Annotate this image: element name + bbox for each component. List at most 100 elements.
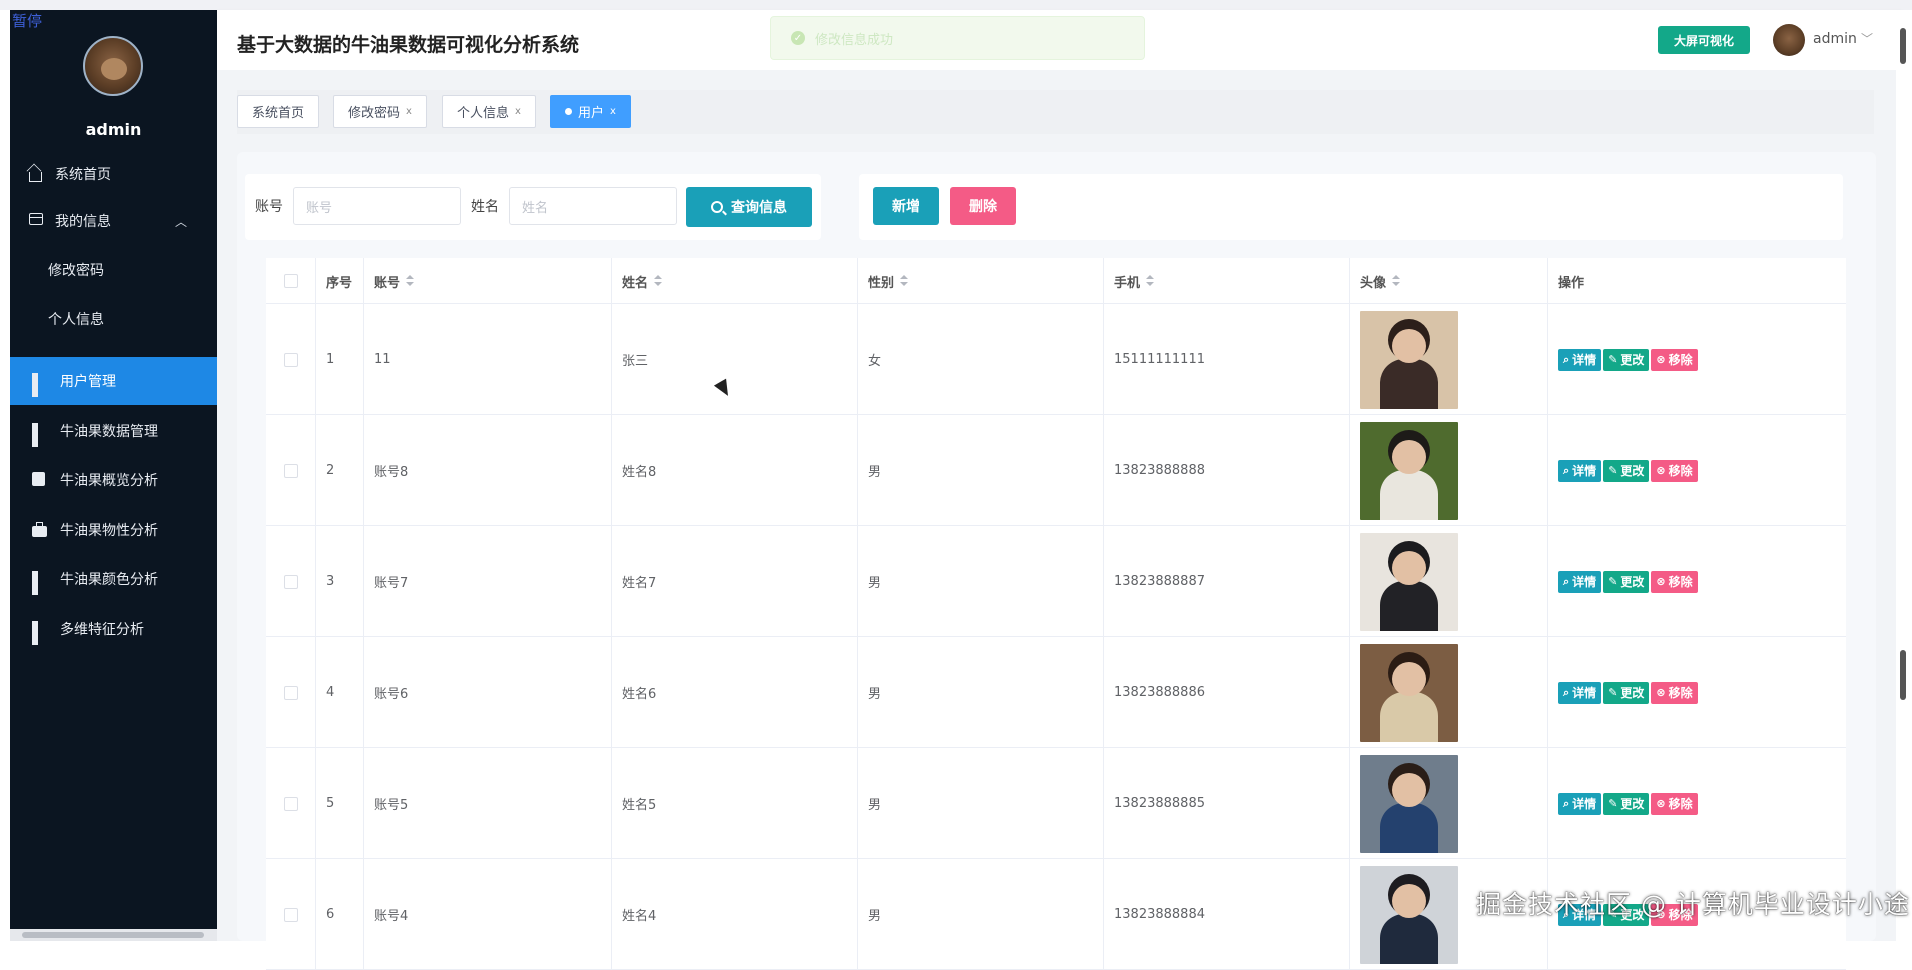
tab-change-password[interactable]: 修改密码 x [333, 95, 427, 128]
chevron-down-icon[interactable]: ﹀ [1861, 30, 1873, 47]
edit-button[interactable]: ✎ 更改 [1603, 792, 1650, 815]
user-photo[interactable] [1360, 643, 1458, 742]
grid-icon [32, 423, 48, 447]
grid-icon [32, 571, 48, 595]
menu-item-user-management[interactable]: 用户管理 [10, 357, 217, 405]
add-button[interactable]: 新增 [873, 187, 939, 225]
tab-user[interactable]: 用户 x [550, 95, 631, 128]
avatar[interactable] [1773, 24, 1805, 56]
cell-gender: 女 [858, 304, 1104, 415]
row-checkbox[interactable] [283, 352, 298, 367]
user-photo[interactable] [1360, 754, 1458, 853]
cell-gender: 男 [858, 748, 1104, 859]
search-icon: ⌕ [1563, 352, 1570, 366]
remove-circle-icon: ⊗ [1656, 686, 1666, 699]
cell-index: 1 [316, 304, 364, 415]
detail-button[interactable]: ⌕ 详情 [1558, 348, 1602, 371]
edit-button[interactable]: ✎ 更改 [1603, 348, 1650, 371]
delete-button[interactable]: 删除 [950, 187, 1016, 225]
chevron-up-icon: ︿ [174, 215, 187, 229]
cell-gender: 男 [858, 526, 1104, 637]
select-all-checkbox[interactable] [283, 274, 298, 288]
remove-button[interactable]: ⊗ 移除 [1651, 570, 1698, 593]
row-select-cell [266, 526, 316, 637]
col-gender[interactable]: 性别 [858, 258, 1104, 304]
detail-button[interactable]: ⌕ 详情 [1558, 459, 1602, 482]
detail-button[interactable]: ⌕ 详情 [1558, 792, 1602, 815]
op-label: 更改 [1620, 797, 1645, 811]
user-photo[interactable] [1360, 532, 1458, 631]
tab-home[interactable]: 系统首页 [237, 95, 320, 128]
row-checkbox[interactable] [283, 685, 298, 700]
col-index: 序号 [316, 258, 364, 304]
avatar-cell [1350, 637, 1548, 748]
close-icon[interactable]: x [515, 106, 521, 117]
remove-button[interactable]: ⊗ 移除 [1651, 681, 1698, 704]
col-name[interactable]: 姓名 [612, 258, 858, 304]
menu-item-avocado-property[interactable]: 牛油果物性分析 [10, 506, 217, 554]
col-account[interactable]: 账号 [364, 258, 612, 304]
edit-button[interactable]: ✎ 更改 [1603, 459, 1650, 482]
sort-icon[interactable] [1392, 275, 1401, 287]
user-photo[interactable] [1360, 421, 1458, 520]
col-phone[interactable]: 手机 [1104, 258, 1350, 304]
select-all-cell [266, 258, 316, 304]
cell-index: 5 [316, 748, 364, 859]
query-button[interactable]: 查询信息 [686, 187, 812, 227]
row-checkbox[interactable] [283, 907, 298, 922]
table-row[interactable]: 1 11 张三女 15111111111 ⌕ 详情 ✎ 更改 ⊗ 移除 [266, 304, 1846, 415]
op-label: 移除 [1668, 575, 1693, 589]
header-username[interactable]: admin [1813, 31, 1857, 47]
sidebar: admin 系统首页 我的信息 ︿ 修改密码 个人信息 用户管理 牛油果数据管理… [10, 10, 217, 941]
edit-button[interactable]: ✎ 更改 [1603, 681, 1650, 704]
user-photo[interactable] [1360, 310, 1458, 409]
remove-button[interactable]: ⊗ 移除 [1651, 792, 1698, 815]
detail-button[interactable]: ⌕ 详情 [1558, 570, 1602, 593]
close-icon[interactable]: x [610, 106, 616, 117]
menu-item-change-password[interactable]: 修改密码 [10, 246, 217, 294]
detail-button[interactable]: ⌕ 详情 [1558, 681, 1602, 704]
menu-item-avocado-color[interactable]: 牛油果颜色分析 [10, 555, 217, 603]
menu-item-multi-feature[interactable]: 多维特征分析 [10, 605, 217, 653]
row-checkbox[interactable] [283, 574, 298, 589]
row-checkbox[interactable] [283, 796, 298, 811]
menu-item-my-info[interactable]: 我的信息 ︿ [10, 197, 217, 245]
edit-button[interactable]: ✎ 更改 [1603, 570, 1650, 593]
table-row[interactable]: 5 账号5 姓名5 男 13823888885 ⌕ 详情 ✎ 更改 ⊗ 移除 [266, 748, 1846, 859]
grid-icon [32, 621, 48, 645]
remove-button[interactable]: ⊗ 移除 [1651, 459, 1698, 482]
name-input[interactable]: 姓名 [509, 187, 677, 225]
sidebar-scrollbar[interactable] [10, 929, 217, 941]
sort-icon[interactable] [1146, 275, 1155, 287]
header: 基于大数据的牛油果数据可视化分析系统 ✓ 修改信息成功 大屏可视化 admin … [217, 10, 1903, 70]
menu-item-avocado-overview[interactable]: 牛油果概览分析 [10, 456, 217, 504]
sort-icon[interactable] [654, 275, 663, 287]
table-row[interactable]: 3 账号7 姓名7 男 13823888887 ⌕ 详情 ✎ 更改 ⊗ 移除 [266, 526, 1846, 637]
close-icon[interactable]: x [406, 106, 412, 117]
tab-personal-info[interactable]: 个人信息 x [442, 95, 536, 128]
user-photo[interactable] [1360, 865, 1458, 964]
cell-account: 账号5 [364, 748, 612, 859]
table-row[interactable]: 2 账号8 姓名8 男 13823888888 ⌕ 详情 ✎ 更改 ⊗ 移除 [266, 415, 1846, 526]
menu-item-avocado-data[interactable]: 牛油果数据管理 [10, 407, 217, 455]
scrollbar-thumb[interactable] [22, 932, 204, 938]
sort-icon[interactable] [900, 275, 909, 287]
cell-phone: 13823888886 [1104, 637, 1350, 748]
search-icon: ⌕ [1563, 463, 1570, 477]
row-select-cell [266, 748, 316, 859]
op-label: 移除 [1668, 797, 1693, 811]
account-input[interactable]: 账号 [293, 187, 461, 225]
table-row[interactable]: 4 账号6 姓名6 男 13823888886 ⌕ 详情 ✎ 更改 ⊗ 移除 [266, 637, 1846, 748]
menu-item-personal-info[interactable]: 个人信息 [10, 295, 217, 343]
col-label: 手机 [1114, 275, 1141, 291]
sidebar-username: admin [85, 120, 142, 139]
col-avatar[interactable]: 头像 [1350, 258, 1548, 304]
sort-icon[interactable] [406, 275, 415, 287]
search-icon: ⌕ [1563, 685, 1570, 699]
bigscreen-button[interactable]: 大屏可视化 [1658, 26, 1750, 54]
row-checkbox[interactable] [283, 463, 298, 478]
remove-button[interactable]: ⊗ 移除 [1651, 348, 1698, 371]
menu-item-home[interactable]: 系统首页 [10, 150, 217, 198]
page-title: 基于大数据的牛油果数据可视化分析系统 [237, 34, 580, 56]
pause-label[interactable]: 暂停 [12, 10, 42, 31]
